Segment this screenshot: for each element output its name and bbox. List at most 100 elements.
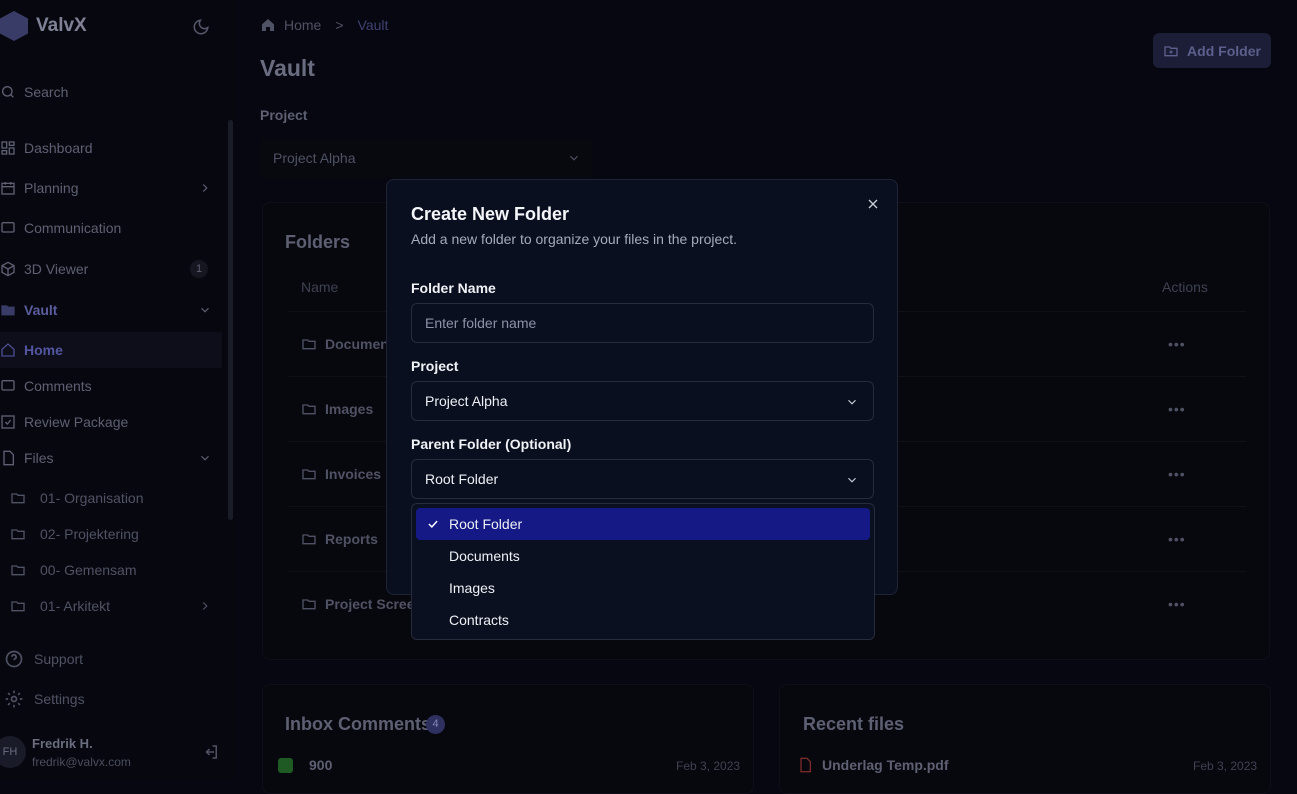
row-actions-button[interactable]: ••• [1168, 597, 1188, 611]
folder-name: Invoices [325, 466, 382, 482]
calendar-icon [1, 182, 15, 195]
help-circle-icon [5, 650, 23, 668]
row-actions-button[interactable]: ••• [1168, 467, 1188, 481]
sidebar-item-communication[interactable]: Communication [0, 210, 222, 246]
column-header-name[interactable]: Name [301, 279, 338, 295]
folder-name-input[interactable]: Enter folder name [411, 303, 874, 343]
table-row[interactable]: Documen [301, 334, 389, 354]
logout-icon[interactable] [202, 743, 220, 761]
parent-folder-select[interactable]: Root Folder [411, 459, 874, 499]
sidebar-folder-label: 01- Organisation [40, 490, 144, 506]
column-header-actions: Actions [1162, 279, 1208, 295]
sidebar-item-label: Review Package [24, 414, 129, 430]
sidebar-folder-item[interactable]: 01- Organisation [0, 480, 222, 516]
recent-file-name[interactable]: Underlag Temp.pdf [822, 757, 949, 773]
folder-icon [11, 601, 25, 612]
project-select[interactable]: Project Alpha [260, 138, 593, 178]
table-row[interactable]: Project Screer [301, 594, 420, 614]
user-profile[interactable]: FH Fredrik H. fredrik@valvx.com [0, 734, 230, 774]
sidebar-item-vault[interactable]: Vault [0, 292, 222, 328]
brand-logo[interactable]: ValvX [0, 10, 87, 42]
sidebar-item-files[interactable]: Files [0, 440, 222, 476]
chevron-down-icon [570, 155, 578, 161]
parent-folder-label: Parent Folder (Optional) [411, 436, 572, 452]
sidebar-item-comments[interactable]: Comments [0, 368, 222, 404]
table-row[interactable]: Invoices [301, 464, 381, 484]
sidebar-folder-item[interactable]: 02- Projektering [0, 516, 222, 552]
folder-icon [11, 565, 25, 576]
message-icon [1, 222, 15, 233]
dropdown-option[interactable]: Images [416, 572, 870, 604]
sidebar-folder-item[interactable]: 01- Arkitekt [0, 588, 222, 624]
file-icon [3, 450, 14, 466]
close-icon[interactable] [865, 196, 881, 212]
sidebar-item-label: Dashboard [24, 140, 93, 156]
page-title: Vault [260, 55, 315, 81]
table-row[interactable]: Images [301, 399, 373, 419]
sidebar-settings[interactable]: Settings [0, 682, 222, 716]
chevron-right-icon [202, 184, 208, 192]
sidebar-item-planning[interactable]: Planning [0, 170, 222, 206]
sidebar-support[interactable]: Support [0, 642, 222, 676]
breadcrumb-current[interactable]: Vault [358, 17, 389, 33]
moon-icon[interactable] [192, 18, 210, 36]
row-actions-button[interactable]: ••• [1168, 337, 1188, 351]
sidebar-folder-label: 01- Arkitekt [40, 598, 111, 614]
sidebar-search[interactable]: Search [0, 74, 222, 110]
sidebar-item-label: Files [24, 450, 54, 466]
sidebar-folder-item[interactable]: 00- Gemensam [0, 552, 222, 588]
home-icon [262, 19, 274, 31]
sidebar-scrollbar[interactable] [228, 120, 233, 520]
dropdown-option-label: Contracts [449, 612, 509, 628]
check-icon [428, 520, 438, 528]
search-icon [2, 86, 14, 98]
folder-name: Project Screer [325, 596, 420, 612]
chevron-down-icon [201, 455, 209, 461]
breadcrumb-home[interactable]: Home [284, 17, 321, 33]
comment-status-icon [278, 758, 293, 773]
dialog-subtitle: Add a new folder to organize your files … [411, 231, 738, 247]
inbox-comments-title: Inbox Comments [285, 714, 432, 734]
folder-plus-icon [1164, 45, 1178, 56]
comment-date: Feb 3, 2023 [676, 759, 741, 773]
dropdown-option[interactable]: Documents [416, 540, 870, 572]
recent-file-date: Feb 3, 2023 [1193, 759, 1258, 773]
sidebar-item-label: 3D Viewer [24, 261, 89, 277]
sidebar: ValvX Search Dashboard Planning Communic… [0, 0, 236, 780]
gear-icon [5, 690, 23, 708]
parent-folder-value: Root Folder [425, 471, 499, 487]
project-select[interactable]: Project Alpha [411, 381, 874, 421]
sidebar-item-3d-viewer[interactable]: 3D Viewer 1 [0, 251, 222, 287]
folder-icon [302, 469, 316, 480]
row-actions-button[interactable]: ••• [1168, 402, 1188, 416]
valvx-logo-icon [0, 11, 28, 41]
folder-icon [302, 339, 316, 350]
table-row[interactable]: Reports [301, 529, 378, 549]
dropdown-option[interactable]: Root Folder [416, 508, 870, 540]
sidebar-item-home[interactable]: Home [0, 332, 222, 368]
sidebar-item-dashboard[interactable]: Dashboard [0, 130, 222, 166]
dropdown-option[interactable]: Contracts [416, 604, 870, 636]
sidebar-folder-label: 00- Gemensam [40, 562, 137, 578]
sidebar-folder-label: 02- Projektering [40, 526, 139, 542]
dropdown-option-label: Documents [449, 548, 520, 564]
breadcrumb-separator: > [335, 17, 344, 33]
inbox-count-badge: 4 [426, 715, 445, 734]
dropdown-option-label: Images [449, 580, 495, 596]
sidebar-item-label: Comments [24, 378, 92, 394]
folders-title: Folders [285, 232, 351, 252]
project-field-label: Project [411, 358, 459, 374]
folder-icon [11, 529, 25, 540]
folder-icon [302, 534, 316, 545]
sidebar-item-review-package[interactable]: Review Package [0, 404, 222, 440]
folder-icon [11, 493, 25, 504]
comment-title[interactable]: 900 [309, 757, 332, 773]
recent-files-card [779, 684, 1271, 794]
folder-name-label: Folder Name [411, 280, 496, 296]
row-actions-button[interactable]: ••• [1168, 532, 1188, 546]
chevron-down-icon [201, 307, 209, 313]
sidebar-item-label: Planning [24, 180, 79, 196]
add-folder-button[interactable]: Add Folder [1153, 33, 1271, 68]
notification-badge: 1 [190, 260, 208, 278]
sidebar-item-label: Communication [24, 220, 122, 236]
